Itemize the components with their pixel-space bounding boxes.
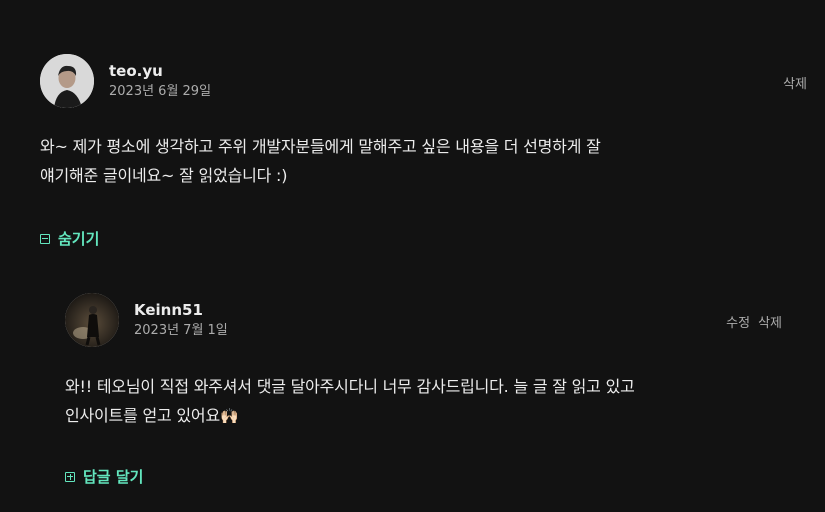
username[interactable]: teo.yu [109,61,211,81]
raising-hands-emoji: 🙌🏻 [219,407,239,425]
delete-button[interactable]: 삭제 [783,73,807,92]
edit-button[interactable]: 수정 [726,312,750,331]
comments-section: teo.yu 2023년 6월 29일 삭제 와~ 제가 평소에 생각하고 주위… [0,0,825,512]
reply-meta: Keinn51 2023년 7월 1일 [134,300,228,340]
hide-replies-button[interactable]: 숨기기 [40,228,99,249]
reply-body: 와!! 테오님이 직접 와주셔서 댓글 달아주시다니 너무 감사드립니다. 늘 … [65,372,635,431]
comment-date: 2023년 6월 29일 [109,84,212,99]
comment-meta: teo.yu 2023년 6월 29일 [109,61,211,101]
avatar[interactable] [40,54,94,108]
minus-square-icon [40,233,50,244]
avatar[interactable] [65,293,119,347]
write-reply-label: 답글 달기 [83,468,144,486]
username[interactable]: Keinn51 [134,300,228,320]
comment-body: 와~ 제가 평소에 생각하고 주위 개발자분들에게 말해주고 싶은 내용을 더 … [40,132,601,190]
delete-button[interactable]: 삭제 [758,312,782,331]
comment-text-line: 얘기해준 글이네요~ 잘 읽었습니다 :) [40,166,288,185]
reply-actions: 수정 삭제 [726,312,782,331]
comment-text-line: 와~ 제가 평소에 생각하고 주위 개발자분들에게 말해주고 싶은 내용을 더 … [40,137,601,156]
hide-replies-label: 숨기기 [58,230,100,248]
reply-header: Keinn51 2023년 7월 1일 [65,293,228,347]
reply-text-line: 인사이트를 얻고 있어요🙌🏻 [65,401,635,431]
reply-text: 인사이트를 얻고 있어요 [65,406,220,425]
reply-date: 2023년 7월 1일 [134,323,228,338]
reply-text-line: 와!! 테오님이 직접 와주셔서 댓글 달아주시다니 너무 감사드립니다. 늘 … [65,377,635,396]
plus-square-icon [65,471,75,482]
comment-header: teo.yu 2023년 6월 29일 [40,54,211,108]
comment-actions: 삭제 [783,73,807,92]
write-reply-button[interactable]: 답글 달기 [65,466,143,487]
